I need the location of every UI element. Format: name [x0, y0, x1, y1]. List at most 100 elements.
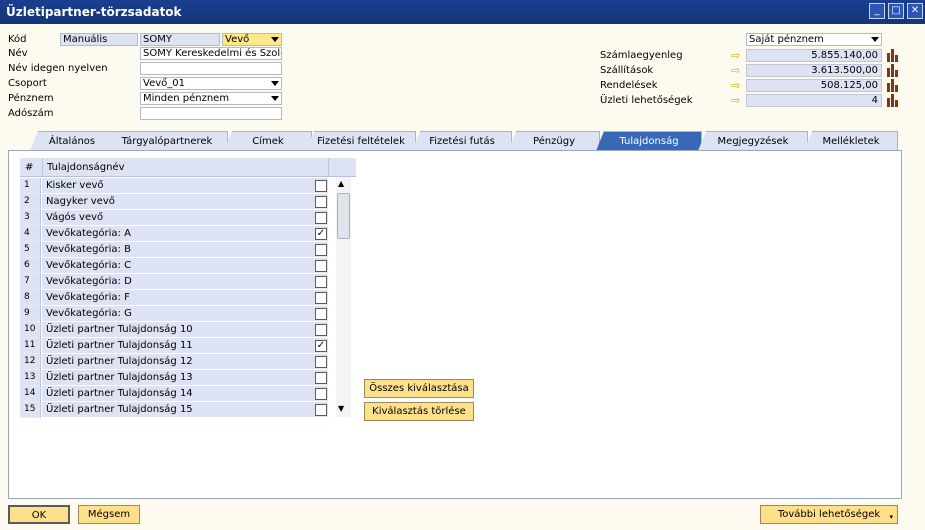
property-checkbox[interactable]	[315, 244, 327, 256]
adoszam-label: Adószám	[8, 108, 54, 119]
property-checkbox[interactable]	[315, 196, 327, 208]
property-checkbox[interactable]	[315, 276, 327, 288]
select-all-button[interactable]: Összes kiválasztása	[364, 379, 474, 398]
property-checkbox[interactable]	[315, 324, 327, 336]
chevron-down-icon	[271, 81, 279, 86]
nev-field[interactable]: SOMY Kereskedelmi és Szolgálta	[140, 47, 282, 60]
summary-label-opportunities: Üzleti lehetőségek	[600, 95, 693, 106]
csoport-select[interactable]: Vevő_01	[140, 77, 282, 90]
bar-chart-icon[interactable]	[886, 64, 900, 77]
nev-idegen-label: Név idegen nyelven	[8, 63, 108, 74]
property-checkbox[interactable]	[315, 260, 327, 272]
tab-fizetesi-futas[interactable]: Fizetési futás	[412, 131, 512, 151]
more-options-button[interactable]: További lehetőségek ▾	[760, 505, 898, 524]
kod-mode-field[interactable]: Manuális	[60, 33, 138, 46]
bar-chart-icon[interactable]	[886, 79, 900, 92]
table-row[interactable]: 6 Vevőkategória: C	[20, 258, 336, 274]
kod-field[interactable]: SOMY	[140, 33, 220, 46]
row-number: 10	[20, 322, 41, 338]
table-row[interactable]: 15 Üzleti partner Tulajdonság 15	[20, 402, 336, 418]
currency-select[interactable]: Saját pénznem	[746, 33, 882, 46]
adoszam-field[interactable]	[140, 107, 282, 120]
close-icon[interactable]: ✕	[907, 3, 923, 19]
link-arrow-icon[interactable]: ⇨	[731, 50, 744, 61]
row-number: 14	[20, 386, 41, 402]
penznem-select[interactable]: Minden pénznem	[140, 92, 282, 105]
column-header-name: Tulajdonságnév	[42, 158, 328, 177]
table-row[interactable]: 1 Kisker vevő	[20, 178, 336, 194]
property-checkbox[interactable]	[315, 404, 327, 416]
table-row[interactable]: 2 Nagyker vevő	[20, 194, 336, 210]
table-row[interactable]: 13 Üzleti partner Tulajdonság 13	[20, 370, 336, 386]
property-checkbox[interactable]	[315, 372, 327, 384]
scroll-up-icon[interactable]: ▲	[338, 179, 344, 188]
clear-selection-button[interactable]: Kiválasztás törlése	[364, 402, 474, 421]
nev-idegen-field[interactable]	[140, 62, 282, 75]
row-number: 12	[20, 354, 41, 370]
tab-cimek[interactable]: Címek	[224, 131, 312, 151]
property-name: Üzleti partner Tulajdonság 10	[42, 322, 328, 338]
tab-megjegyzesek[interactable]: Megjegyzések	[698, 131, 808, 151]
property-name: Vevőkategória: F	[42, 290, 328, 306]
summary-label-orders: Rendelések	[600, 80, 658, 91]
property-name: Vevőkategória: A	[42, 226, 328, 242]
tab-altalanos[interactable]: Általános	[30, 131, 114, 151]
penznem-value: Minden pénznem	[143, 93, 230, 104]
row-number: 11	[20, 338, 41, 354]
bar-chart-icon[interactable]	[886, 94, 900, 107]
maximize-icon[interactable]: □	[888, 3, 904, 19]
row-number: 2	[20, 194, 41, 210]
link-arrow-icon[interactable]: ⇨	[731, 65, 744, 76]
table-row[interactable]: 5 Vevőkategória: B	[20, 242, 336, 258]
table-row[interactable]: 9 Vevőkategória: G	[20, 306, 336, 322]
summary-label-deliveries: Szállítások	[600, 65, 654, 76]
property-checkbox[interactable]	[315, 388, 327, 400]
property-name: Üzleti partner Tulajdonság 12	[42, 354, 328, 370]
bar-chart-icon[interactable]	[886, 49, 900, 62]
table-row[interactable]: 3 Vágós vevő	[20, 210, 336, 226]
property-checkbox[interactable]	[315, 212, 327, 224]
chevron-down-icon	[271, 37, 279, 42]
property-checkbox[interactable]	[315, 180, 327, 192]
tab-penzugy[interactable]: Pénzügy	[508, 131, 600, 151]
table-row[interactable]: 8 Vevőkategória: F	[20, 290, 336, 306]
property-name: Üzleti partner Tulajdonság 11	[42, 338, 328, 354]
scroll-down-icon[interactable]: ▼	[338, 404, 344, 413]
row-number: 8	[20, 290, 41, 306]
row-number: 13	[20, 370, 41, 386]
property-name: Vevőkategória: G	[42, 306, 328, 322]
property-name: Vágós vevő	[42, 210, 328, 226]
summary-value-deliveries: 3.613.500,00	[746, 64, 882, 77]
scroll-thumb[interactable]	[337, 193, 350, 239]
table-row[interactable]: 14 Üzleti partner Tulajdonság 14	[20, 386, 336, 402]
property-checkbox[interactable]: ✓	[315, 228, 327, 240]
chevron-down-icon	[871, 37, 879, 42]
table-row[interactable]: 4 Vevőkategória: A ✓	[20, 226, 336, 242]
table-row[interactable]: 11 Üzleti partner Tulajdonság 11 ✓	[20, 338, 336, 354]
table-row[interactable]: 10 Üzleti partner Tulajdonság 10	[20, 322, 336, 338]
grid-scrollbar[interactable]: ▲ ▼	[336, 177, 351, 417]
partner-type-select[interactable]: Vevő	[222, 33, 282, 46]
tab-tulajdonsag[interactable]: Tulajdonság	[596, 131, 702, 151]
ok-button[interactable]: OK	[8, 505, 70, 524]
property-name: Üzleti partner Tulajdonság 15	[42, 402, 328, 418]
link-arrow-icon[interactable]: ⇨	[731, 95, 744, 106]
tab-fizetesi-feltetelek[interactable]: Fizetési feltételek	[306, 131, 416, 151]
table-row[interactable]: 7 Vevőkategória: D	[20, 274, 336, 290]
property-checkbox[interactable]	[315, 308, 327, 320]
property-name: Üzleti partner Tulajdonság 13	[42, 370, 328, 386]
property-checkbox[interactable]	[315, 356, 327, 368]
property-checkbox[interactable]: ✓	[315, 340, 327, 352]
tab-mellekletek[interactable]: Mellékletek	[804, 131, 898, 151]
link-arrow-icon[interactable]: ⇨	[731, 80, 744, 91]
row-number: 15	[20, 402, 41, 418]
property-checkbox[interactable]	[315, 292, 327, 304]
tab-targyalopartnerek[interactable]: Tárgyalópartnerek	[106, 131, 228, 151]
table-row[interactable]: 12 Üzleti partner Tulajdonság 12	[20, 354, 336, 370]
cancel-button[interactable]: Mégsem	[78, 505, 140, 524]
penznem-label: Pénznem	[8, 93, 54, 104]
currency-value: Saját pénznem	[749, 34, 824, 45]
row-number: 9	[20, 306, 41, 322]
minimize-icon[interactable]: _	[869, 3, 885, 19]
column-header-check	[328, 158, 356, 177]
